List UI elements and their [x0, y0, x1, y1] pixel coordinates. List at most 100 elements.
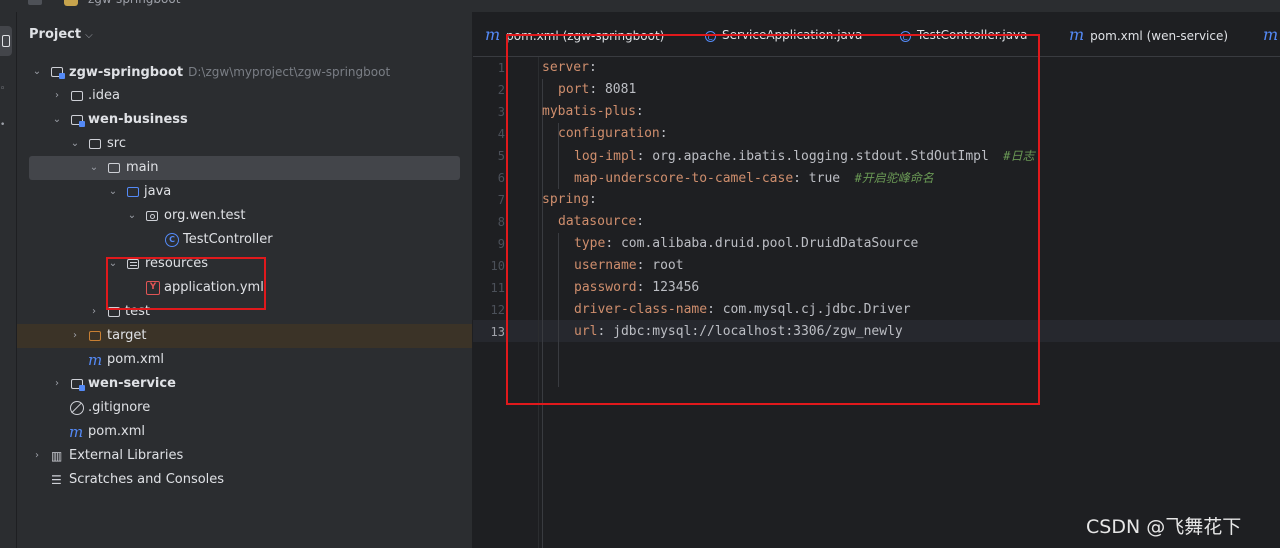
chevron-down-icon[interactable]: ⌄ — [31, 60, 43, 84]
yaml-value: com.alibaba.druid.pool.DruidDataSource — [613, 236, 919, 251]
chevron-right-icon[interactable]: › — [51, 372, 63, 396]
line-number[interactable]: 6 — [473, 167, 505, 189]
chevron-down-icon[interactable]: ⌄ — [88, 156, 100, 180]
line-number[interactable]: 12 — [473, 299, 505, 321]
code-editor[interactable]: 1 2 3 4 5 6 7 8 9 10 11 12 13 server: port: 8081 mybat… — [473, 57, 1280, 548]
yaml-value: 123456 — [644, 280, 700, 295]
indent-guide — [558, 233, 559, 387]
tree-item-label: org.wen.test — [164, 208, 246, 223]
tree-item-label: java — [144, 184, 172, 199]
yaml-key: log-impl — [574, 149, 637, 164]
tree-item-scratches[interactable]: ☰ Scratches and Consoles — [17, 468, 472, 492]
resources-folder-icon — [127, 259, 139, 269]
line-number[interactable]: 8 — [473, 211, 505, 233]
code-line[interactable]: datasource: — [558, 211, 644, 233]
chevron-right-icon[interactable]: › — [51, 84, 63, 108]
chevron-right-icon[interactable]: › — [31, 444, 43, 468]
yaml-value: root — [644, 258, 684, 273]
code-line[interactable]: spring: — [542, 189, 597, 211]
code-line[interactable]: url: jdbc:mysql://localhost:3306/zgw_new… — [574, 321, 903, 343]
gutter-separator — [538, 57, 539, 548]
chevron-down-icon: ⌵ — [85, 30, 93, 41]
code-line[interactable]: configuration: — [558, 123, 668, 145]
yaml-comment: #开启驼峰命名 — [840, 171, 934, 185]
tree-item-label: pom.xml — [107, 352, 164, 367]
line-number[interactable]: 5 — [473, 145, 505, 167]
chevron-right-icon[interactable]: › — [88, 300, 100, 324]
code-line[interactable]: server: — [542, 57, 597, 79]
tab-serviceapplication[interactable]: C ServiceApplication.java — [705, 24, 862, 46]
maven-icon: m — [88, 351, 103, 369]
tree-item-application-yml[interactable]: Y application.yml — [17, 276, 472, 300]
window-title[interactable]: zgw-springboot — [88, 0, 180, 6]
yaml-key: spring — [542, 192, 589, 207]
line-number[interactable]: 4 — [473, 123, 505, 145]
line-number[interactable]: 2 — [473, 79, 505, 101]
line-number[interactable]: 13 — [473, 321, 505, 343]
chevron-down-icon[interactable]: ⌄ — [51, 108, 63, 132]
tree-item-root-pom[interactable]: m pom.xml — [17, 420, 472, 444]
tree-item-java[interactable]: ⌄ java — [17, 180, 472, 204]
tree-item-package[interactable]: ⌄ org.wen.test — [17, 204, 472, 228]
tree-item-external-libraries[interactable]: › ▥ External Libraries — [17, 444, 472, 468]
class-icon: C — [900, 31, 911, 42]
code-line[interactable]: map-underscore-to-camel-case: true #开启驼峰… — [574, 167, 934, 190]
tree-item-zgw-springboot[interactable]: ⌄ zgw-springboot D:\zgw\myproject\zgw-spr… — [17, 60, 472, 84]
module-folder-icon — [71, 115, 85, 127]
project-view-selector[interactable]: Project ⌵ — [29, 27, 93, 42]
yaml-colon: : — [659, 126, 668, 141]
chevron-down-icon[interactable]: ⌄ — [126, 204, 138, 228]
tree-item-testcontroller[interactable]: C TestController — [17, 228, 472, 252]
chevron-down-icon[interactable]: ⌄ — [69, 132, 81, 156]
yaml-key: map-underscore-to-camel-case — [574, 171, 794, 186]
csdn-watermark: CSDN @飞舞花下 — [1086, 516, 1242, 538]
menu-icon[interactable] — [28, 0, 42, 5]
code-line[interactable]: password: 123456 — [574, 277, 699, 299]
yaml-value: jdbc:mysql://localhost:3306/zgw_newly — [605, 324, 903, 339]
tree-item-wen-business[interactable]: ⌄ wen-business — [17, 108, 472, 132]
tree-item-main[interactable]: ⌄ main — [29, 156, 460, 180]
tab-pom-zgw-springboot[interactable]: m pom.xml (zgw-springboot) — [485, 24, 664, 46]
folder-icon — [108, 163, 120, 173]
tree-item-resources[interactable]: ⌄ resources — [17, 252, 472, 276]
tree-item-business-pom[interactable]: m pom.xml — [17, 348, 472, 372]
class-icon: C — [705, 31, 716, 42]
chevron-right-icon[interactable]: › — [69, 324, 81, 348]
yaml-key: port — [558, 82, 590, 97]
line-number[interactable]: 1 — [473, 57, 505, 79]
editor-tab-bar: m pom.xml (zgw-springboot) C ServiceApplic… — [473, 12, 1280, 57]
tree-item-gitignore[interactable]: .gitignore — [17, 396, 472, 420]
tab-overflow[interactable]: m — [1263, 24, 1280, 46]
scratches-icon: ☰ — [51, 473, 62, 487]
line-number[interactable]: 11 — [473, 277, 505, 299]
project-path: D:\zgw\myproject\zgw-springboot — [188, 65, 391, 79]
tab-testcontroller[interactable]: C TestController.java — [900, 24, 1028, 46]
code-line[interactable]: log-impl: org.apache.ibatis.logging.stdo… — [574, 145, 1035, 168]
code-line[interactable]: port: 8081 — [558, 79, 636, 101]
more-tools-icon[interactable]: • — [0, 120, 6, 130]
line-number[interactable]: 7 — [473, 189, 505, 211]
yaml-value: org.apache.ibatis.logging.stdout.StdOutI… — [644, 149, 989, 164]
yaml-key: server — [542, 60, 589, 75]
code-line[interactable]: username: root — [574, 255, 684, 277]
line-number[interactable]: 10 — [473, 255, 505, 277]
tree-item-idea[interactable]: › .idea — [17, 84, 472, 108]
tree-item-label: External Libraries — [69, 448, 184, 463]
line-number[interactable]: 3 — [473, 101, 505, 123]
line-number[interactable]: 9 — [473, 233, 505, 255]
yaml-colon: : — [636, 214, 645, 229]
tab-pom-wen-service[interactable]: m pom.xml (wen-service) — [1069, 24, 1228, 46]
code-line[interactable]: mybatis-plus: — [542, 101, 644, 123]
tree-item-label: .gitignore — [88, 400, 151, 415]
code-line[interactable]: driver-class-name: com.mysql.cj.jdbc.Dri… — [574, 299, 911, 321]
chevron-down-icon[interactable]: ⌄ — [107, 252, 119, 276]
tree-item-target[interactable]: › target — [17, 324, 472, 348]
tree-item-wen-service[interactable]: › wen-service — [17, 372, 472, 396]
chevron-down-icon[interactable]: ⌄ — [107, 180, 119, 204]
code-line[interactable]: type: com.alibaba.druid.pool.DruidDataSo… — [574, 233, 918, 255]
yaml-value: true — [800, 171, 841, 186]
project-tool-button[interactable] — [0, 26, 12, 56]
tree-item-src[interactable]: ⌄ src — [17, 132, 472, 156]
structure-icon[interactable]: ◦ — [0, 84, 6, 94]
tree-item-test[interactable]: › test — [17, 300, 472, 324]
